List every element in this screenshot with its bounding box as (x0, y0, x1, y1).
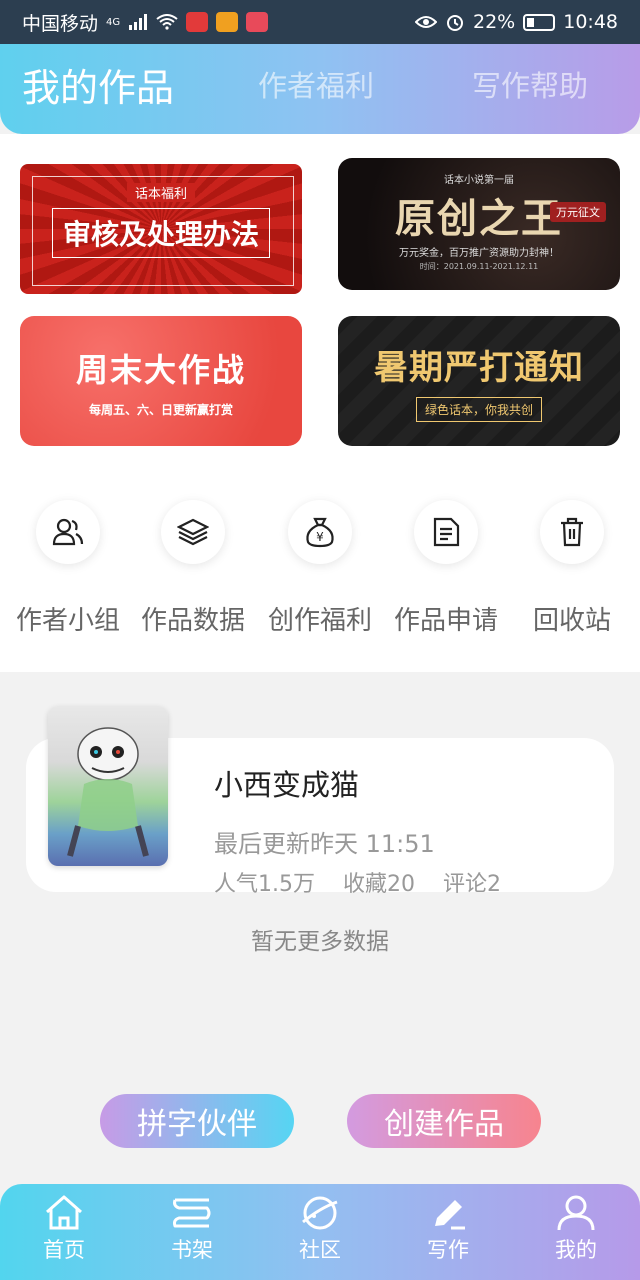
layers-icon (177, 518, 209, 546)
clock: 10:48 (563, 11, 618, 33)
quick-action-label: 回收站 (532, 606, 611, 636)
quick-action-circle (414, 500, 478, 564)
nav-write[interactable]: 写作 (384, 1194, 512, 1264)
quick-action-label: 作品申请 (393, 606, 498, 636)
quick-action-circle (161, 500, 225, 564)
document-icon (433, 517, 460, 547)
nav-bookshelf[interactable]: 书架 (128, 1194, 256, 1264)
quick-action-circle: ¥ (288, 500, 352, 564)
banner-original-king[interactable]: 话本小说第一届 原创之王 万元征文 万元奖金，百万推广资源助力封神！ 时间：20… (338, 158, 620, 290)
banner-subtitle: 万元奖金，百万推广资源助力封神！ (399, 247, 559, 259)
work-popularity: 人气1.5万 (214, 872, 315, 897)
banner-period: 时间：2021.09.11-2021.12.11 (419, 261, 539, 271)
bottom-navigation: 首页 书架 社区 写作 我的 (0, 1184, 640, 1280)
banner-badge: 万元征文 (550, 202, 606, 222)
svg-text:¥: ¥ (316, 530, 324, 544)
quick-action-creation-benefits[interactable]: ¥ 创作福利 (260, 500, 380, 637)
tab-author-benefits[interactable]: 作者福利 (258, 44, 374, 124)
network-type: 4G (106, 16, 121, 28)
quick-action-work-data[interactable]: 作品数据 (133, 500, 253, 637)
benefits-panel: 话本福利 审核及处理办法 话本小说第一届 原创之王 万元征文 万元奖金，百万推广… (0, 134, 640, 672)
banner-subtitle: 每周五、六、日更新赢打赏 (88, 402, 233, 417)
app-notification-icon (216, 12, 239, 32)
nav-community[interactable]: 社区 (256, 1194, 384, 1264)
banner-subtitle: 绿色话本，你我共创 (415, 397, 542, 422)
quick-action-label: 创作福利 (267, 606, 372, 636)
quick-action-recycle-bin[interactable]: 回收站 (512, 500, 632, 637)
quick-action-work-application[interactable]: 作品申请 (386, 500, 506, 637)
work-favorites: 收藏20 (343, 872, 415, 897)
planet-icon (302, 1196, 338, 1230)
signal-icon (129, 14, 148, 30)
carrier-label: 中国移动 (22, 12, 99, 35)
pen-icon (435, 1200, 465, 1230)
bookshelf-icon (173, 1198, 211, 1228)
quick-action-circle (36, 500, 100, 564)
users-icon (52, 518, 84, 546)
nav-home[interactable]: 首页 (0, 1194, 128, 1264)
banner-title: 审核及处理办法 (51, 207, 270, 258)
nav-label: 首页 (43, 1238, 85, 1262)
writing-partner-button[interactable]: 拼字伙伴 (100, 1094, 294, 1148)
no-more-data-text: 暂无更多数据 (251, 929, 389, 955)
status-bar: 中国移动 4G 22% 10:48 (0, 0, 640, 44)
home-icon (46, 1195, 82, 1230)
quick-action-circle (540, 500, 604, 564)
app-notification-icon (246, 12, 269, 32)
alarm-icon (447, 15, 463, 31)
banner-title: 原创之王 (395, 194, 563, 242)
nav-label: 社区 (299, 1238, 341, 1262)
tab-writing-help[interactable]: 写作帮助 (472, 44, 588, 124)
work-comments: 评论2 (443, 872, 501, 897)
money-bag-icon: ¥ (306, 517, 334, 548)
create-work-button[interactable]: 创建作品 (347, 1094, 541, 1148)
banner-tag: 话本福利 (126, 182, 195, 202)
banner-title: 暑期严打通知 (374, 348, 584, 388)
banner-title: 周末大作战 (75, 350, 246, 389)
quick-action-label: 作者小组 (15, 606, 120, 636)
quick-action-label: 作品数据 (140, 606, 245, 636)
work-title[interactable]: 小西变成猫 (214, 762, 359, 804)
work-stats: 人气1.5万 收藏20 评论2 (214, 866, 501, 898)
nav-label: 写作 (427, 1238, 469, 1262)
nav-profile[interactable]: 我的 (512, 1194, 640, 1264)
app-notification-icon (186, 12, 209, 32)
nav-label: 书架 (171, 1238, 213, 1262)
work-cover-image[interactable] (48, 706, 168, 866)
profile-icon (557, 1195, 595, 1231)
banner-weekend-battle[interactable]: 周末大作战 每周五、六、日更新赢打赏 (20, 316, 302, 446)
quick-action-author-group[interactable]: 作者小组 (8, 500, 128, 637)
trash-icon (561, 517, 583, 547)
battery-icon (523, 13, 556, 31)
wifi-icon (156, 14, 178, 30)
banner-summer-notice[interactable]: 暑期严打通知 绿色话本，你我共创 (338, 316, 620, 446)
tab-my-works[interactable]: 我的作品 (22, 44, 174, 124)
banner-review-policy[interactable]: 话本福利 审核及处理办法 (20, 164, 302, 294)
battery-percent: 22% (473, 11, 516, 33)
cover-illustration (67, 727, 149, 857)
work-last-updated: 最后更新昨天 11:51 (214, 830, 435, 858)
banner-tag: 话本小说第一届 (444, 174, 514, 186)
header: 我的作品 作者福利 写作帮助 (0, 44, 640, 134)
eye-icon (415, 16, 437, 28)
nav-label: 我的 (555, 1238, 597, 1262)
